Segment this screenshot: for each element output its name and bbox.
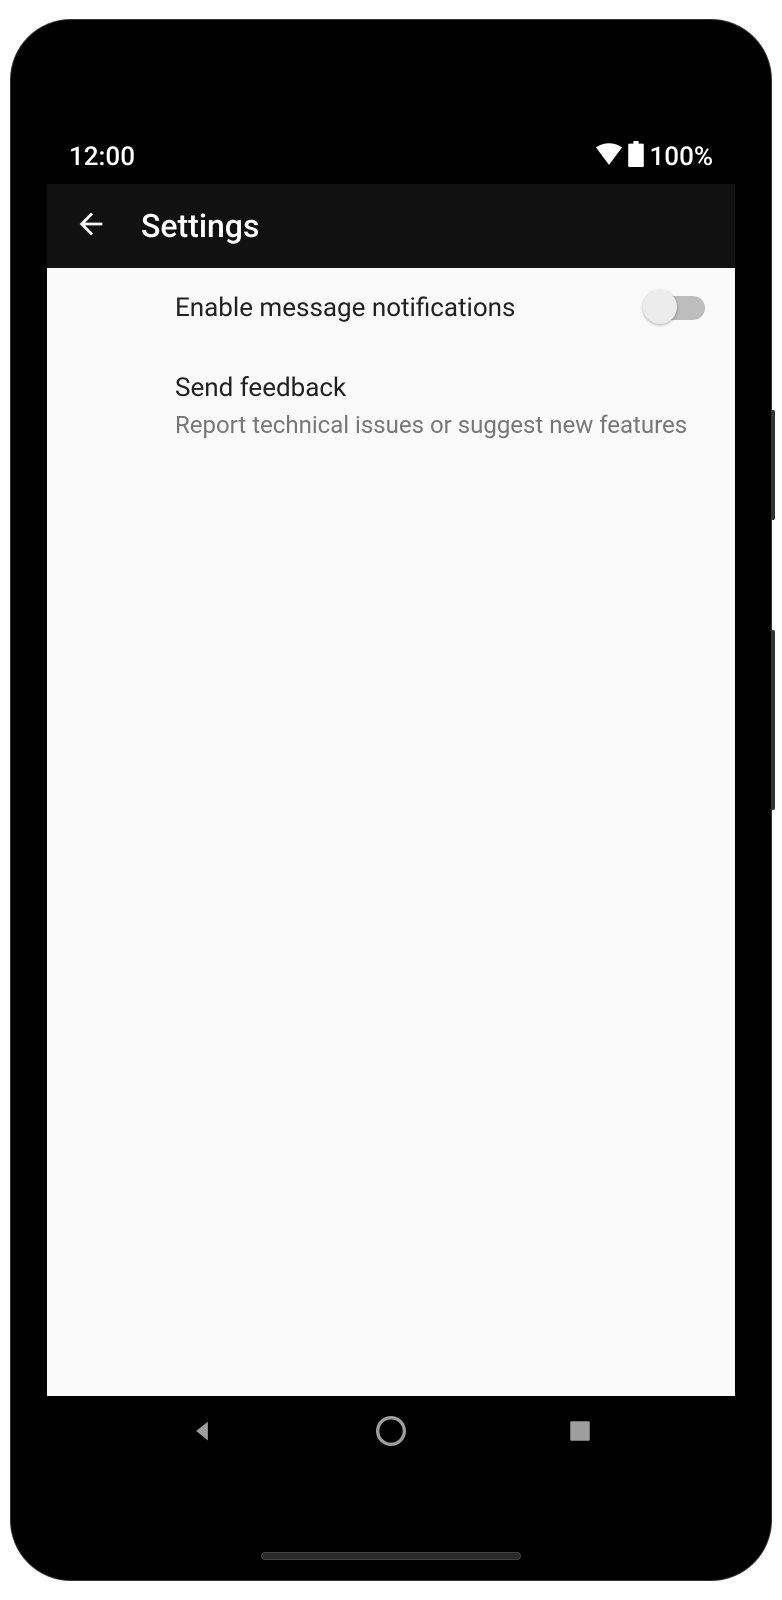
status-left: 12:00 bbox=[69, 142, 135, 172]
back-button[interactable] bbox=[67, 202, 115, 250]
circle-home-icon bbox=[375, 1415, 407, 1451]
settings-content: Enable message notifications Send feedba… bbox=[47, 268, 735, 1396]
status-battery-pct: 100% bbox=[650, 142, 713, 172]
phone-power-button bbox=[771, 410, 775, 520]
app-bar: Settings bbox=[47, 184, 735, 268]
battery-icon bbox=[628, 141, 644, 174]
phone-inner: 12:00 100% Settin bbox=[29, 38, 753, 1562]
screen: 12:00 100% Settin bbox=[47, 130, 735, 1470]
setting-title: Send feedback bbox=[175, 370, 705, 406]
notifications-switch[interactable] bbox=[647, 296, 705, 320]
phone-volume-button bbox=[771, 630, 775, 810]
nav-recent-button[interactable] bbox=[550, 1403, 610, 1463]
system-nav-bar bbox=[47, 1396, 735, 1470]
switch-thumb bbox=[643, 290, 677, 324]
arrow-left-icon bbox=[74, 207, 108, 245]
phone-frame: 12:00 100% Settin bbox=[11, 20, 771, 1580]
list-item-texts: Enable message notifications bbox=[175, 290, 627, 326]
status-bar: 12:00 100% bbox=[47, 130, 735, 184]
nav-back-button[interactable] bbox=[172, 1403, 232, 1463]
nav-home-button[interactable] bbox=[361, 1403, 421, 1463]
setting-subtitle: Report technical issues or suggest new f… bbox=[175, 409, 705, 443]
wifi-icon bbox=[596, 142, 622, 172]
phone-speaker-bottom bbox=[261, 1552, 521, 1560]
status-time: 12:00 bbox=[69, 142, 135, 172]
setting-send-feedback[interactable]: Send feedback Report technical issues or… bbox=[47, 348, 735, 464]
triangle-back-icon bbox=[188, 1417, 216, 1449]
page-title: Settings bbox=[141, 207, 259, 245]
status-right: 100% bbox=[596, 141, 713, 174]
square-recent-icon bbox=[567, 1418, 593, 1448]
setting-title: Enable message notifications bbox=[175, 290, 627, 326]
setting-enable-notifications[interactable]: Enable message notifications bbox=[47, 268, 735, 348]
list-item-texts: Send feedback Report technical issues or… bbox=[175, 370, 705, 442]
